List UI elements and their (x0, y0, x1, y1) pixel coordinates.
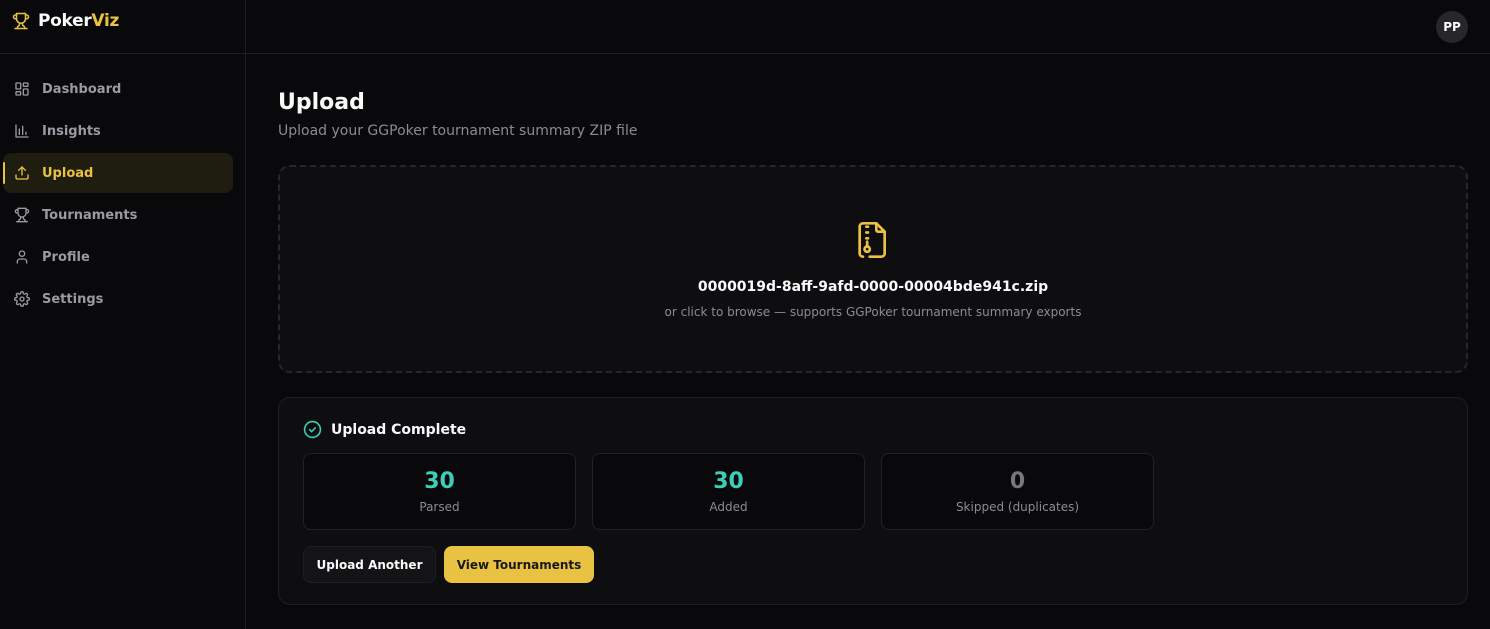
stat-value: 30 (424, 469, 455, 494)
check-circle-icon (303, 420, 322, 439)
main-area: PP Upload Upload your GGPoker tournament… (246, 0, 1490, 629)
page-subtitle: Upload your GGPoker tournament summary Z… (278, 123, 638, 139)
sidebar-item-label: Upload (42, 165, 94, 181)
sidebar-nav: Dashboard Insights Upload Tournaments Pr… (0, 54, 245, 319)
sidebar-item-label: Settings (42, 291, 104, 307)
sidebar-item-dashboard[interactable]: Dashboard (3, 69, 233, 109)
sidebar-item-upload[interactable]: Upload (3, 153, 233, 193)
brand-name-part2: Viz (91, 11, 120, 31)
stat-value: 30 (713, 469, 744, 494)
app-root: PokerViz Dashboard Insights Upload Tourn… (0, 0, 1490, 629)
avatar[interactable]: PP (1436, 10, 1468, 43)
page-content: Upload Upload your GGPoker tournament su… (246, 54, 1490, 605)
sidebar: PokerViz Dashboard Insights Upload Tourn… (0, 0, 246, 629)
sidebar-item-label: Profile (42, 249, 90, 265)
upload-icon (14, 165, 30, 181)
trophy-icon (12, 12, 30, 30)
page-title: Upload (278, 90, 365, 115)
file-zip-icon (853, 217, 893, 263)
sidebar-item-profile[interactable]: Profile (3, 237, 233, 277)
topbar: PP (246, 0, 1490, 54)
bar-chart-icon (14, 123, 30, 139)
user-icon (14, 249, 30, 265)
brand-name: PokerViz (38, 11, 119, 31)
sidebar-item-insights[interactable]: Insights (3, 111, 233, 151)
grid-icon (14, 81, 30, 97)
stat-label: Skipped (duplicates) (955, 500, 1080, 514)
stat-value: 0 (1009, 469, 1026, 494)
sidebar-item-label: Insights (42, 123, 101, 139)
sidebar-item-label: Dashboard (42, 81, 122, 97)
upload-another-button[interactable]: Upload Another (303, 546, 436, 583)
stat-label: Added (709, 500, 748, 514)
brand-name-part1: Poker (38, 11, 92, 31)
file-dropzone[interactable]: 0000019d-8aff-9afd-0000-00004bde941c.zip… (278, 165, 1468, 373)
sidebar-item-settings[interactable]: Settings (3, 279, 233, 319)
view-tournaments-button[interactable]: View Tournaments (444, 546, 594, 583)
dropzone-hint: or click to browse — supports GGPoker to… (664, 305, 1082, 319)
result-header: Upload Complete (303, 420, 1443, 439)
selected-file-name: 0000019d-8aff-9afd-0000-00004bde941c.zip (697, 279, 1049, 295)
trophy-icon (14, 207, 30, 223)
result-actions: Upload Another View Tournaments (303, 546, 1443, 583)
result-stats: 30 Parsed 30 Added 0 Skipped (duplicates… (303, 453, 1443, 530)
upload-result-card: Upload Complete 30 Parsed 30 Added 0 Ski… (278, 397, 1468, 605)
stat-parsed: 30 Parsed (303, 453, 576, 530)
brand[interactable]: PokerViz (0, 0, 245, 54)
gear-icon (14, 291, 30, 307)
sidebar-item-tournaments[interactable]: Tournaments (3, 195, 233, 235)
stat-label: Parsed (419, 500, 460, 514)
stat-skipped: 0 Skipped (duplicates) (881, 453, 1154, 530)
sidebar-item-label: Tournaments (42, 207, 138, 223)
stat-added: 30 Added (592, 453, 865, 530)
result-title: Upload Complete (331, 421, 467, 438)
